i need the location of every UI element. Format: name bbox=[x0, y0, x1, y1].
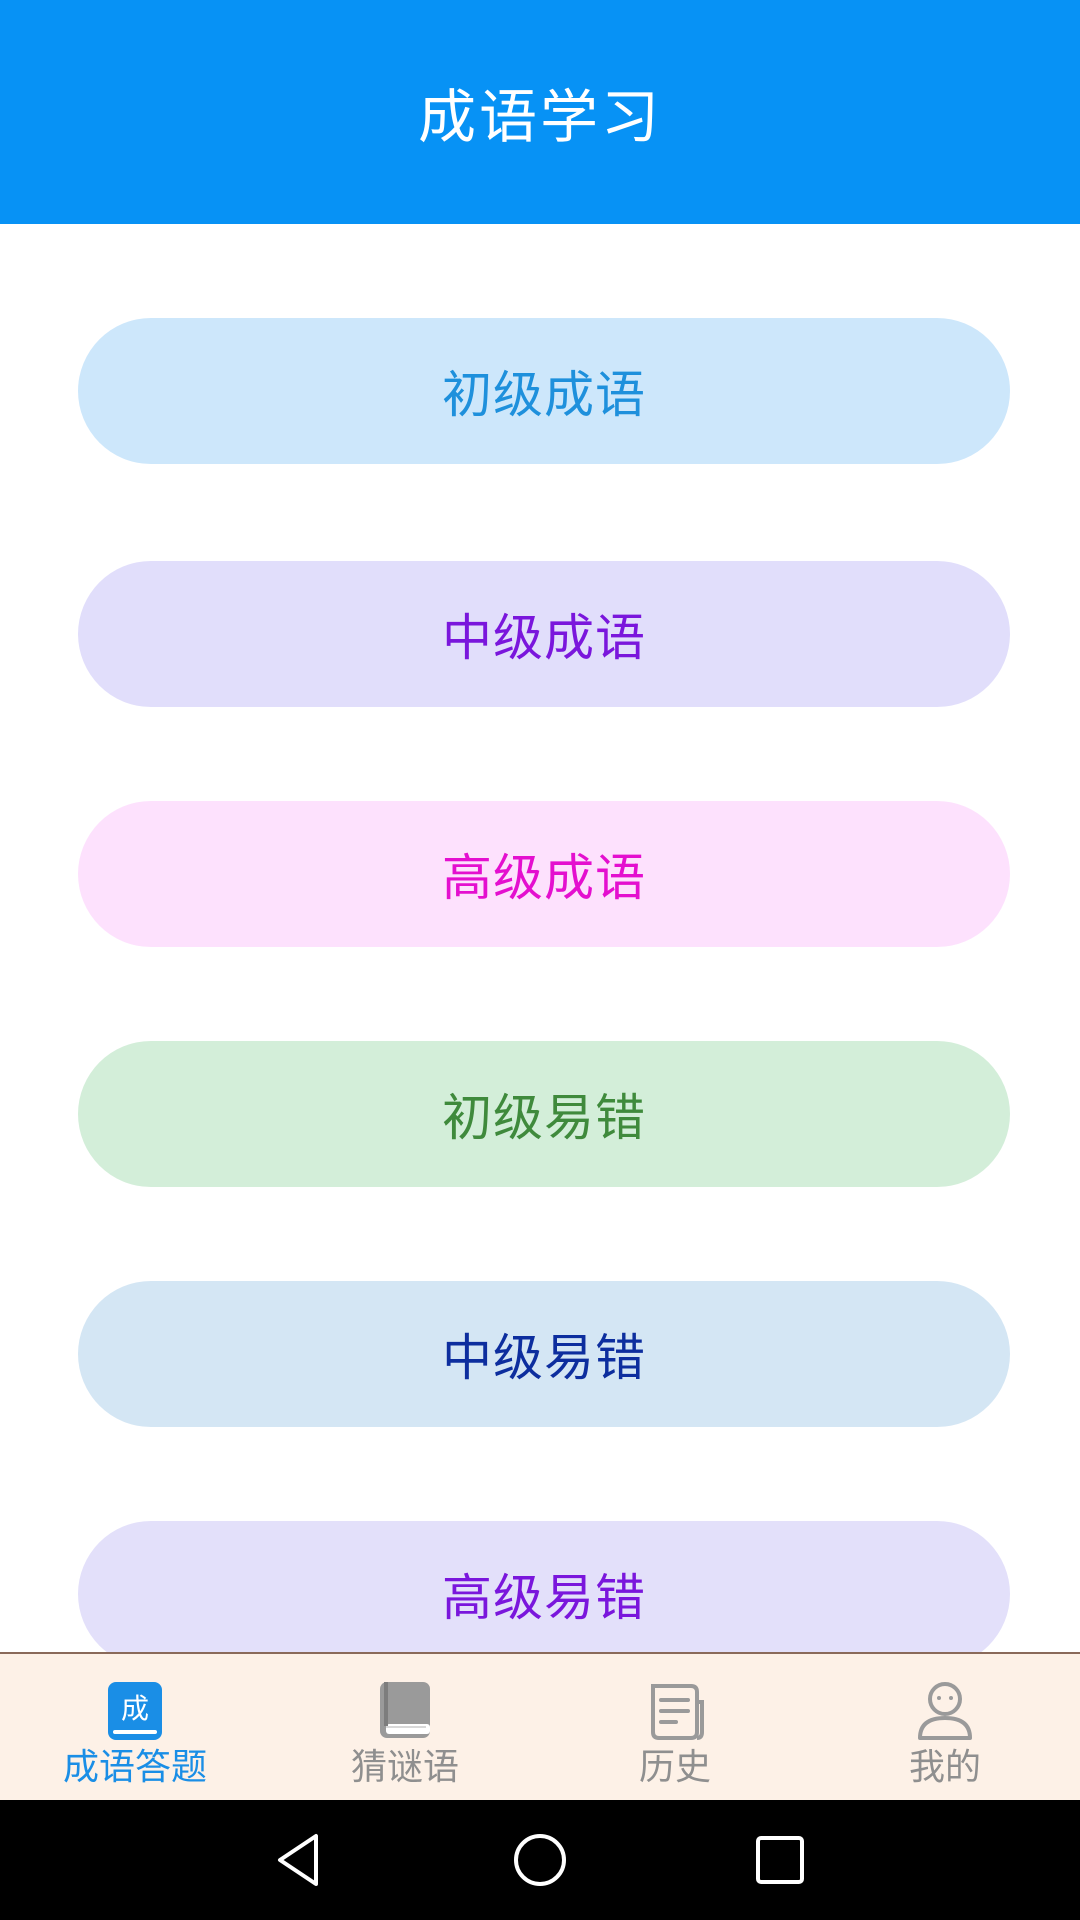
level-list: 初级成语 中级成语 高级成语 初级易错 中级易错 高级易错 bbox=[0, 224, 1080, 1652]
home-icon[interactable] bbox=[510, 1830, 570, 1890]
level-button-label: 中级成语 bbox=[442, 609, 646, 667]
recents-icon[interactable] bbox=[750, 1830, 810, 1890]
level-button-label: 初级易错 bbox=[442, 1089, 646, 1147]
level-button-advanced-idioms[interactable]: 高级成语 bbox=[78, 801, 1010, 947]
level-button-label: 初级成语 bbox=[442, 366, 646, 424]
tab-idiom-quiz[interactable]: 成 成语答题 bbox=[0, 1654, 270, 1800]
app-header: 成语学习 bbox=[0, 0, 1080, 224]
system-navigation-bar bbox=[0, 1800, 1080, 1920]
idiom-quiz-icon-glyph: 成 bbox=[121, 1692, 149, 1725]
document-icon bbox=[651, 1684, 704, 1740]
book-icon bbox=[380, 1682, 430, 1738]
level-button-intermediate-mistakes[interactable]: 中级易错 bbox=[78, 1281, 1010, 1427]
user-icon bbox=[918, 1682, 972, 1740]
tab-me[interactable]: 我的 bbox=[810, 1654, 1080, 1800]
tab-label: 我的 bbox=[908, 1747, 981, 1788]
level-button-intermediate-idioms[interactable]: 中级成语 bbox=[78, 561, 1010, 707]
level-button-label: 高级易错 bbox=[442, 1569, 646, 1627]
level-button-beginner-mistakes[interactable]: 初级易错 bbox=[78, 1041, 1010, 1187]
page-title: 成语学习 bbox=[417, 83, 662, 151]
bottom-tab-bar: 成 成语答题 猜谜语 历史 我的 bbox=[0, 1652, 1080, 1800]
level-button-advanced-mistakes[interactable]: 高级易错 bbox=[78, 1521, 1010, 1652]
idiom-quiz-icon: 成 bbox=[108, 1682, 162, 1740]
level-button-label: 中级易错 bbox=[442, 1329, 646, 1387]
tab-riddles[interactable]: 猜谜语 bbox=[270, 1654, 540, 1800]
tab-label: 猜谜语 bbox=[350, 1747, 459, 1788]
back-icon[interactable] bbox=[270, 1830, 330, 1890]
level-button-label: 高级成语 bbox=[442, 849, 646, 907]
tab-history[interactable]: 历史 bbox=[540, 1654, 810, 1800]
tab-label: 成语答题 bbox=[62, 1747, 207, 1788]
level-button-beginner-idioms[interactable]: 初级成语 bbox=[78, 318, 1010, 464]
tab-label: 历史 bbox=[638, 1747, 711, 1788]
